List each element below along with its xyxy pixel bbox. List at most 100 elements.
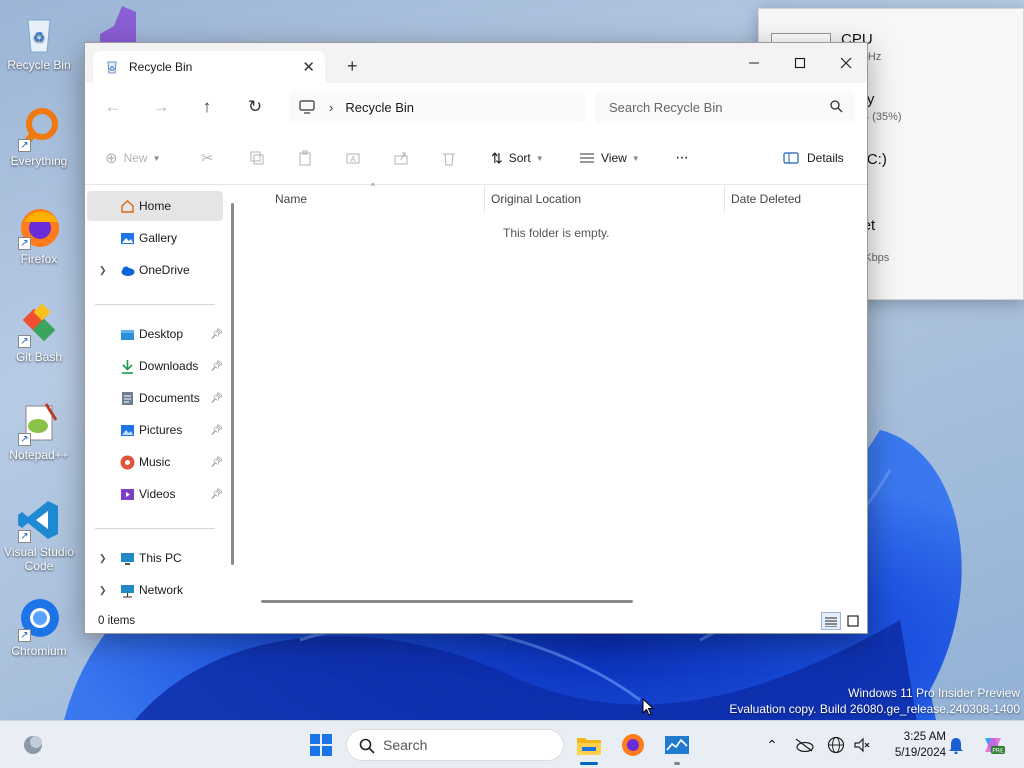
task-manager-icon — [665, 736, 689, 754]
share-button[interactable] — [393, 147, 409, 169]
nav-pane-scrollbar[interactable] — [231, 203, 234, 565]
nav-label: Network — [139, 583, 184, 597]
notepad-plus-plus-icon: ↗ — [16, 400, 62, 446]
close-button[interactable] — [823, 49, 869, 77]
desktop-icon-label: Git Bash — [15, 350, 63, 364]
desktop-icon-label: Notepad++ — [9, 448, 69, 462]
network-icon — [121, 584, 134, 597]
nav-label: Pictures — [139, 423, 183, 437]
pin-icon[interactable]: 📌︎ — [210, 425, 223, 436]
details-button[interactable]: Details — [783, 147, 844, 169]
desktop-icon-everything[interactable]: ↗ Everything — [0, 106, 78, 168]
pictures-icon — [121, 424, 134, 436]
details-pane-icon — [783, 152, 799, 164]
network-tray-icon[interactable] — [826, 735, 846, 755]
desktop-icon-notepad-plus-plus[interactable]: ↗ Notepad++ — [0, 400, 78, 462]
taskbar-file-explorer[interactable] — [574, 730, 604, 760]
more-options-button[interactable]: ··· — [675, 147, 689, 169]
desktop-icon-git-bash[interactable]: ↗ Git Bash — [0, 302, 78, 364]
horizontal-scrollbar[interactable] — [261, 600, 633, 603]
rename-button[interactable]: A — [345, 147, 361, 169]
pin-icon[interactable]: 📌︎ — [210, 361, 223, 372]
nav-item-videos[interactable]: Videos 📌︎ — [87, 479, 223, 509]
rename-icon: A — [346, 153, 360, 164]
title-bar[interactable]: ♻ Recycle Bin ✕ + — [85, 43, 867, 83]
refresh-icon: ↻ — [247, 97, 263, 116]
nav-item-music[interactable]: Music 📌︎ — [87, 447, 223, 477]
column-header-date-deleted[interactable]: Date Deleted — [725, 186, 869, 212]
cut-button[interactable]: ✂ — [201, 147, 214, 169]
new-label: New — [123, 151, 148, 165]
new-tab-button[interactable]: + — [347, 56, 358, 77]
svg-text:♻: ♻ — [33, 29, 46, 45]
address-bar[interactable]: › Recycle Bin — [289, 91, 585, 123]
forward-button[interactable]: → — [149, 95, 173, 119]
show-hidden-icons-button[interactable]: ⌃ — [762, 735, 782, 755]
column-header-original-location[interactable]: Original Location — [485, 186, 725, 212]
documents-icon — [122, 391, 133, 405]
pin-icon[interactable]: 📌︎ — [210, 489, 223, 500]
chevron-right-icon[interactable]: ❯ — [99, 585, 107, 596]
git-bash-icon: ↗ — [16, 302, 62, 348]
pin-icon[interactable]: 📌︎ — [210, 393, 223, 404]
nav-item-gallery[interactable]: Gallery — [87, 223, 223, 253]
nav-item-home[interactable]: Home — [87, 191, 223, 221]
up-button[interactable]: ↑ — [195, 95, 219, 119]
chevron-right-icon[interactable]: › — [329, 100, 333, 115]
minimize-button[interactable] — [731, 49, 777, 77]
nav-label: Home — [139, 199, 172, 213]
file-list-pane: ^ Name Original Location Date Deleted Th… — [243, 182, 869, 609]
large-icons-view-toggle[interactable] — [843, 612, 863, 630]
file-explorer-window[interactable]: ♻ Recycle Bin ✕ + ← → ↑ ↻ › Recycle Bin … — [84, 42, 868, 634]
arrow-left-icon: ← — [104, 97, 122, 116]
pin-icon[interactable]: 📌︎ — [210, 457, 223, 468]
widgets-button[interactable] — [18, 730, 48, 760]
copy-button[interactable] — [249, 147, 265, 169]
tab-recycle-bin[interactable]: ♻ Recycle Bin ✕ — [93, 51, 325, 83]
close-tab-icon[interactable]: ✕ — [302, 58, 315, 76]
paste-button[interactable] — [297, 147, 313, 169]
chevron-right-icon[interactable]: ❯ — [99, 553, 107, 564]
copilot-button[interactable]: PRE — [980, 735, 1006, 755]
desktop-icon-recycle-bin[interactable]: ♻ Recycle Bin — [0, 10, 78, 72]
desktop-icon-firefox[interactable]: ↗ Firefox — [0, 204, 78, 266]
taskbar-firefox[interactable] — [618, 730, 648, 760]
empty-folder-message: This folder is empty. — [503, 226, 610, 240]
details-view-toggle[interactable] — [821, 612, 841, 630]
navigation-pane: Home Gallery ❯ OneDrive Desktop 📌︎ Downl… — [85, 186, 235, 609]
recycle-bin-icon: ♻ — [16, 10, 62, 56]
sort-button[interactable]: ⇅ Sort ▼ — [491, 147, 544, 169]
nav-label: Desktop — [139, 327, 184, 341]
taskbar-task-manager[interactable] — [662, 730, 692, 760]
column-header-name[interactable]: Name — [269, 186, 485, 212]
videos-icon — [121, 488, 134, 500]
taskbar-search-box[interactable]: Search — [346, 729, 564, 761]
maximize-button[interactable] — [777, 49, 823, 77]
pin-icon[interactable]: 📌︎ — [210, 329, 223, 340]
nav-item-desktop[interactable]: Desktop 📌︎ — [87, 319, 223, 349]
volume-tray-icon[interactable] — [852, 735, 872, 755]
refresh-button[interactable]: ↻ — [243, 95, 267, 119]
delete-button[interactable] — [441, 147, 457, 169]
desktop-icon-vscode[interactable]: ↗ Visual Studio Code — [0, 497, 78, 573]
details-view-icon — [825, 617, 837, 627]
new-button[interactable]: ⊕ New ▼ — [105, 147, 161, 169]
start-button[interactable] — [306, 730, 336, 760]
nav-item-documents[interactable]: Documents 📌︎ — [87, 383, 223, 413]
breadcrumb-recycle-bin[interactable]: Recycle Bin — [345, 100, 414, 115]
notifications-button[interactable] — [946, 735, 966, 755]
search-input[interactable]: Search Recycle Bin — [595, 91, 855, 123]
desktop-icon-chromium[interactable]: ↗ Chromium — [0, 596, 78, 658]
nav-item-pictures[interactable]: Pictures 📌︎ — [87, 415, 223, 445]
visual-studio-icon[interactable] — [94, 6, 138, 44]
system-clock[interactable]: 3:25 AM 5/19/2024 — [880, 729, 946, 761]
nav-label: Gallery — [139, 231, 178, 245]
chevron-right-icon[interactable]: ❯ — [99, 265, 107, 276]
view-button[interactable]: View ▼ — [579, 147, 640, 169]
nav-item-downloads[interactable]: Downloads 📌︎ — [87, 351, 223, 381]
back-button[interactable]: ← — [101, 95, 125, 119]
nav-item-network[interactable]: ❯ Network — [87, 575, 223, 605]
nav-item-this-pc[interactable]: ❯ This PC — [87, 543, 223, 573]
nav-item-onedrive[interactable]: ❯ OneDrive — [87, 255, 223, 285]
onedrive-tray-icon[interactable] — [794, 735, 814, 755]
